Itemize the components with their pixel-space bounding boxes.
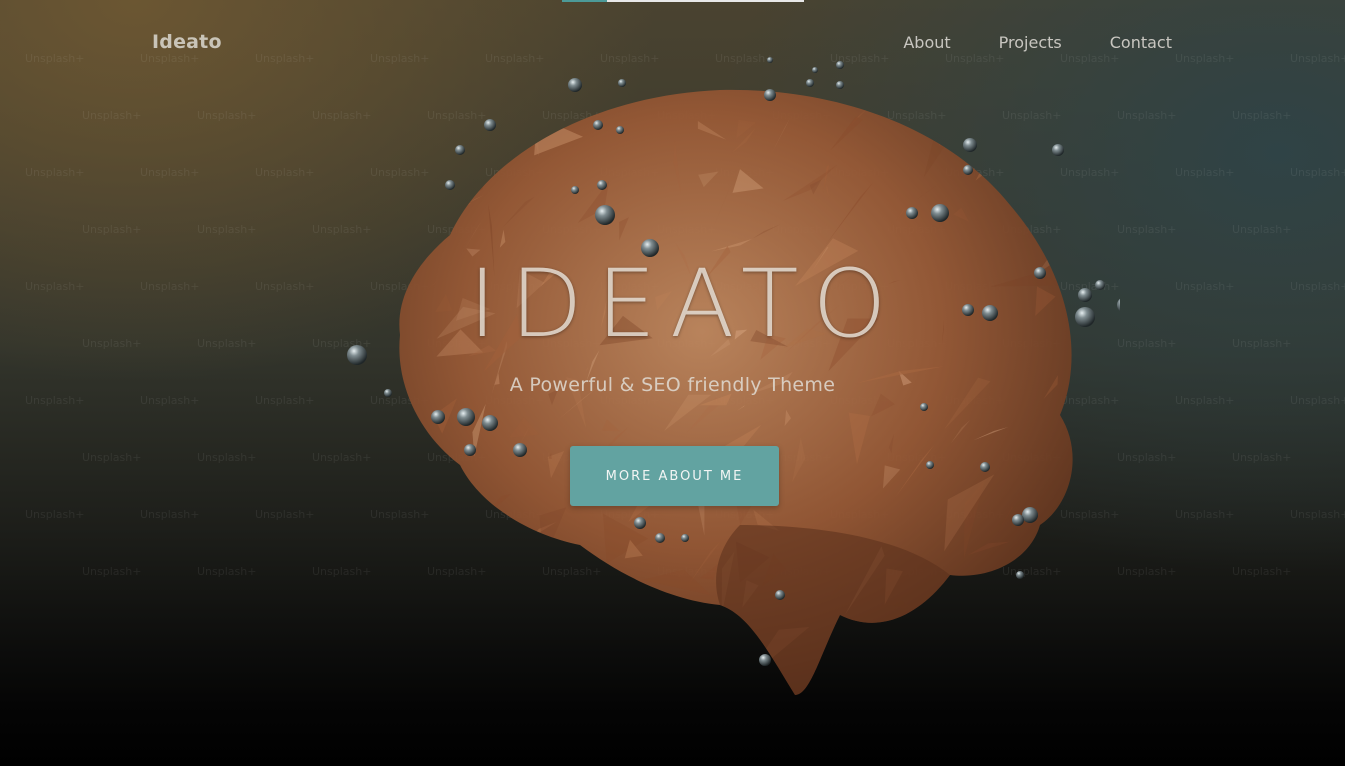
top-navbar: Ideato About Projects Contact	[0, 0, 1345, 88]
nav-link-contact[interactable]: Contact	[1110, 33, 1172, 52]
nav-link-about[interactable]: About	[903, 33, 950, 52]
brand-logo-link[interactable]: Ideato	[152, 31, 222, 53]
nav-links: About Projects Contact	[855, 33, 1172, 52]
more-about-me-button[interactable]: MORE ABOUT ME	[570, 446, 779, 506]
hero-title: IDEATO	[468, 250, 901, 359]
hero-content: IDEATO A Powerful & SEO friendly Theme M…	[0, 0, 1345, 766]
hero-section: Unsplash+ Unsplash+ Unsplash+ Unsplash+ Unsp…	[0, 0, 1345, 766]
nav-link-projects[interactable]: Projects	[999, 33, 1062, 52]
hero-subtitle: A Powerful & SEO friendly Theme	[509, 374, 836, 396]
